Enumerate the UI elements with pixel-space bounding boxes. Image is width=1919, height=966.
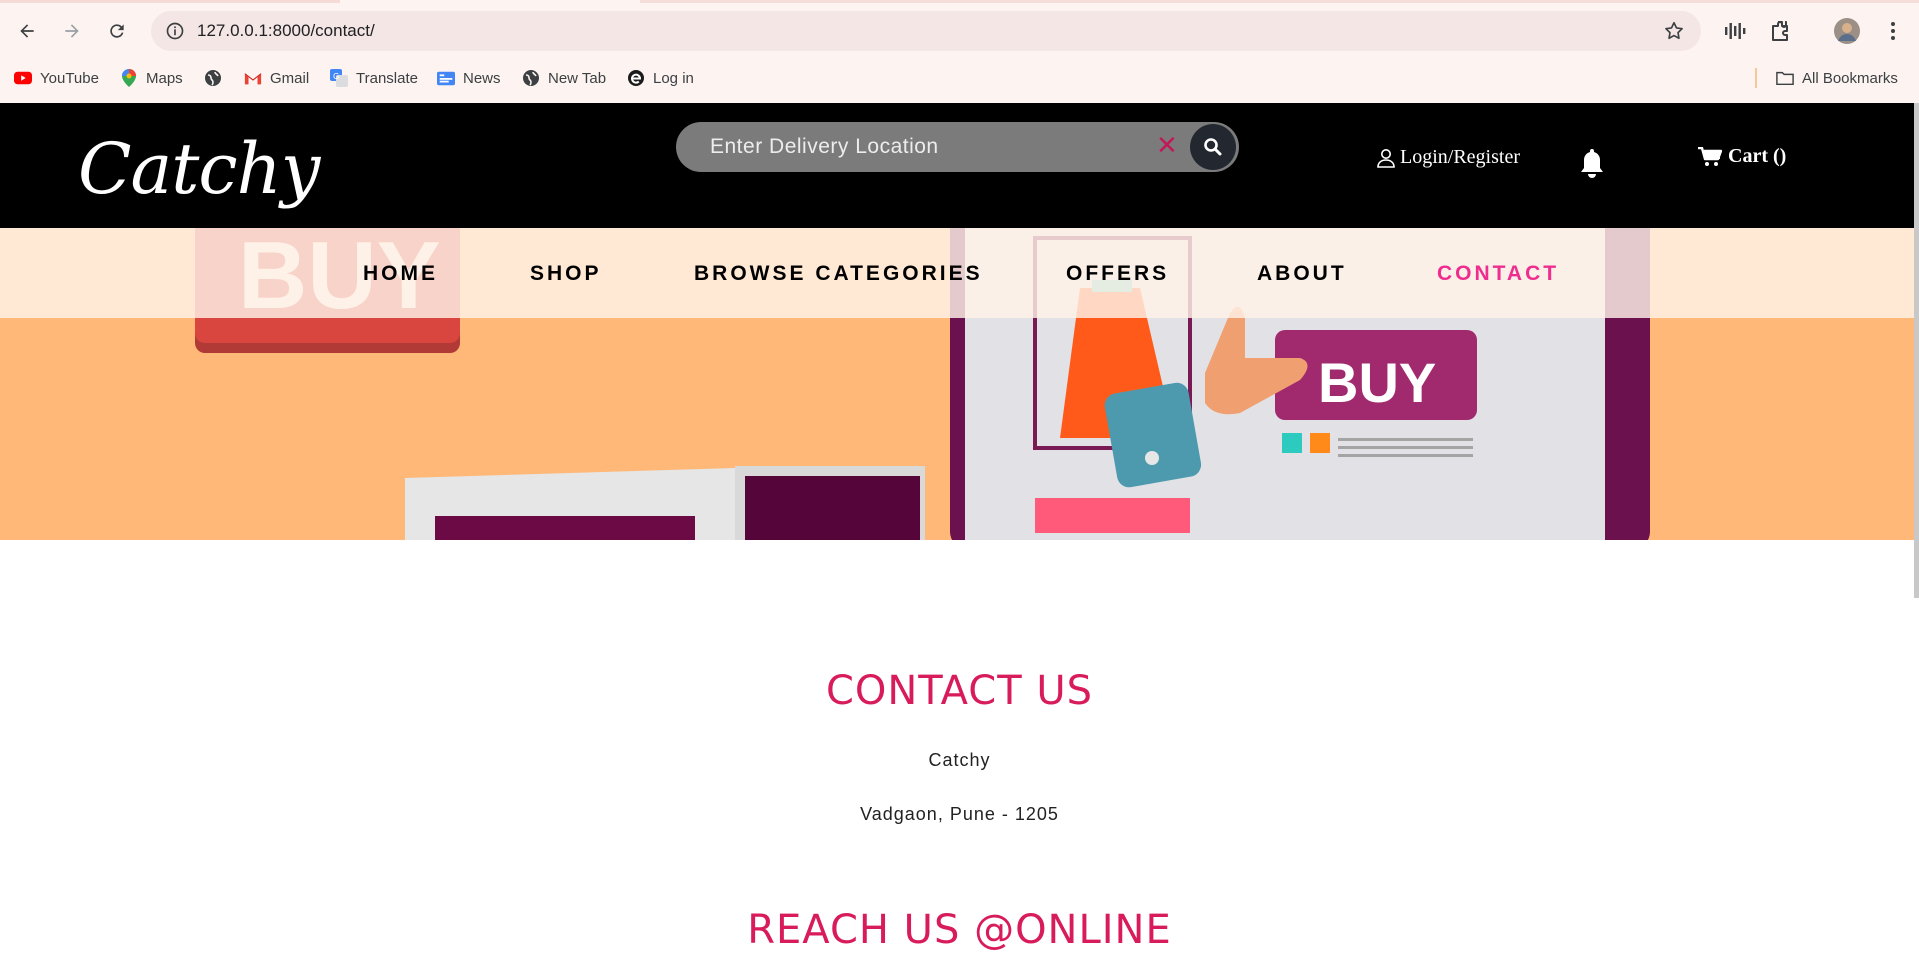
bookmarks-bar: YouTube Maps Gmail G Translate News New … xyxy=(0,62,1919,94)
reload-button[interactable] xyxy=(100,14,134,48)
bookmark-label: New Tab xyxy=(548,69,607,87)
all-bookmarks-button[interactable]: All Bookmarks xyxy=(1776,68,1898,88)
search-icon xyxy=(1204,138,1222,156)
cart-link[interactable]: Cart () xyxy=(1698,145,1786,168)
globe-icon xyxy=(204,69,222,87)
bookmark-news[interactable]: News xyxy=(437,68,501,88)
media-control-icon[interactable] xyxy=(1722,18,1748,44)
company-address: Vadgaon, Pune - 1205 xyxy=(860,804,1059,824)
reach-us-online-heading: REACH US @ONLINE xyxy=(747,907,1172,953)
extensions-icon[interactable] xyxy=(1768,18,1794,44)
bookmark-translate[interactable]: G Translate xyxy=(330,68,418,88)
site-info-icon[interactable] xyxy=(165,21,185,41)
buy-button-text: BUY xyxy=(1318,351,1436,414)
bookmark-gmail[interactable]: Gmail xyxy=(244,68,309,88)
bookmark-label: Translate xyxy=(356,69,418,87)
bookmark-label: Gmail xyxy=(270,69,310,87)
page-scrollbar[interactable] xyxy=(1914,103,1919,598)
login-register-link[interactable]: Login/Register xyxy=(1376,146,1520,169)
edge-e-icon xyxy=(627,69,645,87)
bookmark-globe[interactable] xyxy=(204,68,230,88)
news-icon xyxy=(437,69,455,87)
maps-pin-icon xyxy=(120,69,138,87)
svg-text:G: G xyxy=(333,72,339,81)
bookmark-label: News xyxy=(463,69,501,87)
nav-browse-categories[interactable]: BROWSE CATEGORIES xyxy=(694,262,983,286)
browser-menu-icon[interactable] xyxy=(1880,18,1906,44)
profile-avatar[interactable] xyxy=(1834,18,1860,44)
gmail-icon xyxy=(244,69,262,87)
url-text[interactable]: 127.0.0.1:8000/contact/ xyxy=(197,21,375,41)
cart-icon xyxy=(1698,146,1722,166)
company-name: Catchy xyxy=(928,750,991,770)
forward-button[interactable] xyxy=(55,14,89,48)
nav-home[interactable]: HOME xyxy=(363,262,438,286)
globe-icon xyxy=(522,69,540,87)
user-icon xyxy=(1377,148,1395,168)
cart-label: Cart () xyxy=(1728,145,1787,167)
bookmark-youtube[interactable]: YouTube xyxy=(14,68,99,88)
site-logo[interactable]: Catchy xyxy=(78,128,320,210)
translate-icon: G xyxy=(330,69,348,87)
bookmark-label: YouTube xyxy=(40,69,99,87)
search-input[interactable]: Enter Delivery Location xyxy=(710,135,939,159)
bookmark-log-in[interactable]: Log in xyxy=(627,68,694,88)
back-button[interactable] xyxy=(10,14,44,48)
address-bar[interactable]: 127.0.0.1:8000/contact/ xyxy=(151,11,1701,51)
back-arrow-icon xyxy=(20,24,34,38)
nav-shop[interactable]: SHOP xyxy=(530,262,602,286)
browser-chrome: 127.0.0.1:8000/contact/ YouTube Maps Gma… xyxy=(0,0,1919,104)
contact-us-heading: CONTACT US xyxy=(825,668,1094,714)
reload-icon xyxy=(110,24,124,38)
bookmark-maps[interactable]: Maps xyxy=(120,68,183,88)
youtube-icon xyxy=(14,69,32,87)
bookmark-new-tab[interactable]: New Tab xyxy=(522,68,606,88)
login-label: Login/Register xyxy=(1400,146,1520,168)
bookmark-label: Log in xyxy=(653,69,694,87)
forward-arrow-icon xyxy=(65,24,79,38)
search-button[interactable] xyxy=(1190,124,1236,170)
bookmark-star-icon[interactable] xyxy=(1663,20,1685,42)
bookmark-label: All Bookmarks xyxy=(1802,69,1898,87)
tab-strip-edge xyxy=(0,0,1919,3)
bookmark-label: Maps xyxy=(146,69,183,87)
nav-contact[interactable]: CONTACT xyxy=(1437,262,1559,286)
folder-icon xyxy=(1776,69,1794,87)
bookmarks-divider xyxy=(1755,68,1757,88)
nav-offers[interactable]: OFFERS xyxy=(1066,262,1169,286)
notification-bell-icon[interactable] xyxy=(1578,147,1606,179)
nav-about[interactable]: ABOUT xyxy=(1257,262,1347,286)
delivery-location-search[interactable]: Enter Delivery Location ✕ xyxy=(676,122,1239,172)
clear-icon[interactable]: ✕ xyxy=(1156,130,1178,161)
